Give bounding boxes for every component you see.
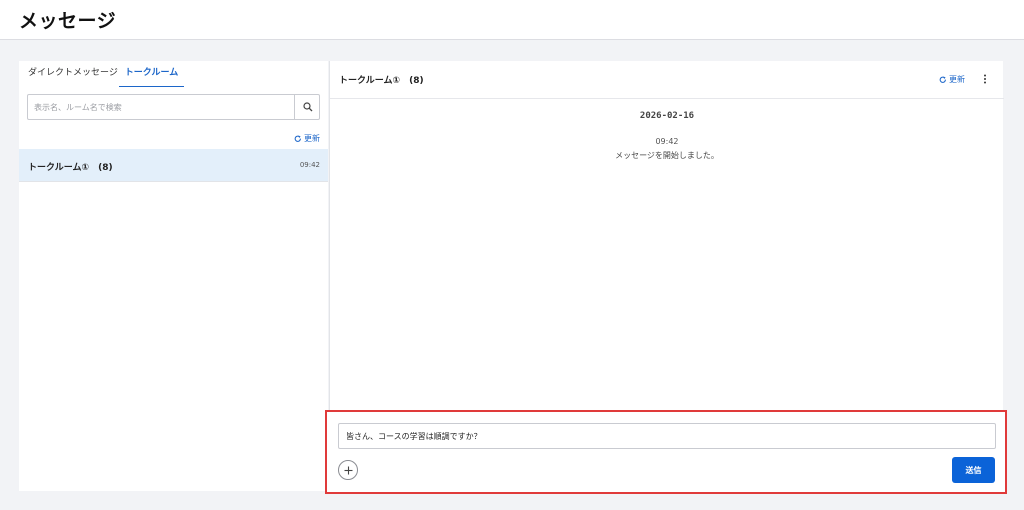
message-time: 09:42 xyxy=(655,137,679,146)
tab-direct-messages[interactable]: ダイレクトメッセージ xyxy=(28,67,118,87)
tab-talk-rooms[interactable]: トークルーム xyxy=(119,67,184,87)
search-icon xyxy=(302,102,312,112)
refresh-label: 更新 xyxy=(949,75,965,84)
room-name: トークルーム① (8) xyxy=(28,163,113,173)
search-input[interactable] xyxy=(28,95,294,119)
room-list-panel: ダイレクトメッセージ トークルーム 更新 トークルーム① (8) 09:42 xyxy=(19,61,328,491)
chat-header: トークルーム① (8) 更新 xyxy=(330,61,1004,99)
plus-icon xyxy=(344,466,352,474)
refresh-icon xyxy=(294,134,301,142)
refresh-label: 更新 xyxy=(304,134,320,143)
page-title: メッセージ xyxy=(19,10,117,32)
chat-refresh-button[interactable]: 更新 xyxy=(939,74,965,85)
search-box xyxy=(27,94,320,120)
system-message: メッセージを開始しました。 xyxy=(615,151,719,160)
more-vertical-icon xyxy=(984,74,986,84)
search-button[interactable] xyxy=(294,95,320,119)
message-date: 2026-02-16 xyxy=(639,111,695,121)
attach-button[interactable] xyxy=(338,460,358,480)
send-button[interactable]: 送信 xyxy=(952,457,995,483)
chat-title: トークルーム① (8) xyxy=(339,76,424,86)
room-list-item[interactable]: トークルーム① (8) 09:42 xyxy=(19,149,328,182)
more-options-button[interactable] xyxy=(980,72,990,86)
message-input[interactable]: 皆さん、コースの学習は順調ですか？ xyxy=(338,423,996,449)
room-list-refresh-button[interactable]: 更新 xyxy=(294,133,320,144)
message-composer: 皆さん、コースの学習は順調ですか？ 送信 xyxy=(325,410,1007,494)
refresh-icon xyxy=(939,75,946,83)
room-time: 09:42 xyxy=(299,161,320,169)
page-header: メッセージ xyxy=(0,0,1024,40)
